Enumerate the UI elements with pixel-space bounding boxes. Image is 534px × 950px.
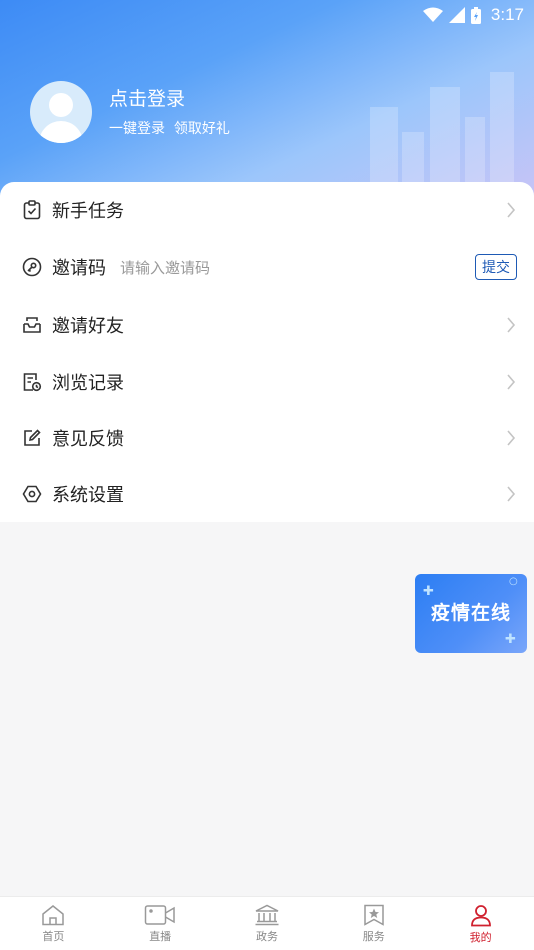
submit-button[interactable]: 提交 bbox=[475, 254, 517, 280]
decorative-building bbox=[430, 87, 460, 187]
decorative-building bbox=[370, 107, 398, 187]
banner-text: 疫情在线 bbox=[430, 602, 511, 624]
user-icon bbox=[470, 905, 491, 927]
battery-icon bbox=[470, 6, 481, 24]
tab-label: 直播 bbox=[149, 930, 172, 943]
invite-code-label: 邀请码 bbox=[52, 258, 106, 279]
mail-tray-icon bbox=[22, 315, 42, 335]
tab-government[interactable]: 政务 bbox=[214, 897, 321, 950]
chevron-right-icon bbox=[507, 430, 516, 446]
epidemic-online-banner[interactable]: ✚ ✚ ○ 疫情在线 bbox=[415, 574, 527, 653]
decorative-building bbox=[490, 72, 514, 187]
government-building-icon bbox=[255, 904, 279, 926]
menu-item-feedback[interactable]: 意见反馈 bbox=[0, 410, 534, 466]
chevron-right-icon bbox=[507, 317, 516, 333]
menu-item-settings[interactable]: 系统设置 bbox=[0, 466, 534, 522]
chevron-right-icon bbox=[507, 486, 516, 502]
menu-item-invite-code: 邀请码 请输入邀请码 提交 bbox=[0, 239, 534, 295]
wifi-icon bbox=[422, 7, 443, 22]
tab-services[interactable]: 服务 bbox=[320, 897, 427, 950]
bottom-tab-bar: 首页 直播 政务 服务 我的 bbox=[0, 896, 534, 950]
clock: 3:17 bbox=[490, 5, 524, 24]
clipboard-check-icon bbox=[22, 200, 42, 220]
menu-item-label: 新手任务 bbox=[52, 201, 124, 222]
tab-mine[interactable]: 我的 bbox=[427, 897, 534, 950]
chevron-right-icon bbox=[507, 202, 516, 218]
menu-item-label: 浏览记录 bbox=[52, 373, 124, 394]
menu-item-history[interactable]: 浏览记录 bbox=[0, 354, 534, 410]
tab-label: 我的 bbox=[469, 931, 492, 944]
decorative-building bbox=[465, 117, 485, 187]
signal-icon bbox=[448, 7, 465, 23]
login-title[interactable]: 点击登录 bbox=[109, 86, 230, 112]
avatar[interactable] bbox=[30, 81, 92, 143]
key-icon bbox=[22, 257, 42, 277]
edit-icon bbox=[22, 428, 42, 448]
tab-label: 首页 bbox=[42, 930, 65, 943]
login-area[interactable]: 点击登录 一键登录 领取好礼 bbox=[30, 81, 230, 143]
plus-decoration-icon: ✚ bbox=[423, 584, 434, 599]
menu-item-label: 邀请好友 bbox=[52, 316, 124, 337]
invite-code-input[interactable]: 请输入邀请码 bbox=[120, 257, 210, 278]
menu-card: 新手任务 邀请码 请输入邀请码 提交 邀请好友 浏览记录 意见反馈 系统设置 bbox=[0, 182, 534, 522]
status-bar: 3:17 bbox=[0, 0, 534, 30]
tab-label: 政务 bbox=[255, 930, 278, 943]
history-document-icon bbox=[22, 372, 42, 392]
gear-icon bbox=[22, 484, 42, 504]
circle-decoration-icon: ○ bbox=[509, 576, 518, 587]
chevron-right-icon bbox=[507, 374, 516, 390]
plus-decoration-icon: ✚ bbox=[505, 632, 516, 647]
menu-item-new-tasks[interactable]: 新手任务 bbox=[0, 182, 534, 238]
decorative-building bbox=[402, 132, 424, 187]
menu-item-label: 系统设置 bbox=[52, 485, 124, 506]
menu-item-label: 意见反馈 bbox=[52, 429, 124, 450]
tab-live[interactable]: 直播 bbox=[107, 897, 214, 950]
tab-home[interactable]: 首页 bbox=[0, 897, 107, 950]
video-camera-icon bbox=[144, 905, 175, 925]
star-bookmark-icon bbox=[364, 904, 384, 926]
home-icon bbox=[42, 905, 65, 926]
menu-item-invite-friends[interactable]: 邀请好友 bbox=[0, 297, 534, 353]
login-subtitle: 一键登录 领取好礼 bbox=[109, 121, 230, 137]
tab-label: 服务 bbox=[362, 930, 385, 943]
